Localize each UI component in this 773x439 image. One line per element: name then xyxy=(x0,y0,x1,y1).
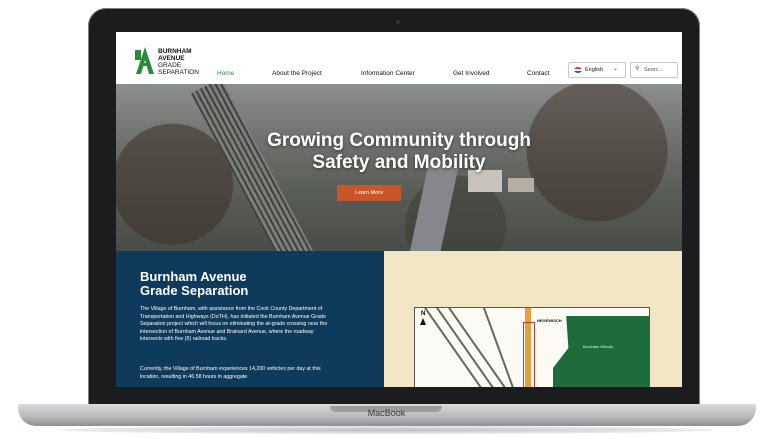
section-title-line-1: Burnham Avenue xyxy=(140,269,247,284)
map-rail-line xyxy=(432,308,504,387)
search-input[interactable]: ⚲ Searc... xyxy=(630,62,678,78)
logo-line-3: GRADE xyxy=(158,62,182,69)
site-header: BURNHAM AVENUE GRADE SEPARATION Home Abo… xyxy=(116,32,682,84)
logo-icon[interactable] xyxy=(134,46,156,74)
learn-more-button[interactable]: Learn More xyxy=(337,185,401,201)
camera xyxy=(396,20,400,24)
nav-home[interactable]: Home xyxy=(217,70,234,77)
hero-title-line-1: Growing Community through xyxy=(267,130,531,151)
device-brand-label: MacBook xyxy=(367,408,406,418)
laptop-shadow xyxy=(60,426,713,434)
intro-paragraph-1: The Village of Burnham, with assistance … xyxy=(140,306,328,343)
hero-title-line-2: Safety and Mobility xyxy=(312,152,486,173)
search-icon: ⚲ xyxy=(635,66,640,72)
map-rail-line xyxy=(444,308,516,387)
screen: BURNHAM AVENUE GRADE SEPARATION Home Abo… xyxy=(116,32,682,387)
logo-wordmark[interactable]: BURNHAM AVENUE GRADE SEPARATION xyxy=(158,48,199,76)
nav-get-involved[interactable]: Get Involved xyxy=(453,70,490,77)
nav-information-center[interactable]: Information Center xyxy=(361,70,415,77)
logo-line-4: SEPARATION xyxy=(158,69,199,76)
map-place-label: HEGEWISCH xyxy=(537,318,562,323)
map-park-area xyxy=(553,316,649,387)
us-flag-icon xyxy=(574,67,582,73)
search-placeholder: Searc... xyxy=(644,66,663,73)
hero-banner: Growing Community through Safety and Mob… xyxy=(116,84,682,251)
section-title: Burnham Avenue Grade Separation xyxy=(140,270,340,298)
logo-line-1: BURNHAM xyxy=(158,48,192,55)
chevron-down-icon: ⌄ xyxy=(613,66,619,72)
map-park-label: Burnham Woods xyxy=(583,344,613,349)
section-title-line-2: Grade Separation xyxy=(140,283,249,298)
north-label: N xyxy=(421,311,426,317)
hero-building-2 xyxy=(508,178,534,192)
map-project-area-outline xyxy=(523,322,535,387)
north-arrow-icon xyxy=(420,318,426,325)
nav-about-the-project[interactable]: About the Project xyxy=(272,70,322,77)
project-intro-panel: Burnham Avenue Grade Separation The Vill… xyxy=(116,251,384,387)
language-selected: English xyxy=(585,66,604,73)
project-map-panel: N HEGEWISCH Burnham Woods xyxy=(384,251,682,387)
logo-line-2: AVENUE xyxy=(158,55,185,62)
intro-paragraph-2: Currently, the Village of Burnham experi… xyxy=(140,366,321,380)
hero-title: Growing Community through Safety and Mob… xyxy=(116,130,682,174)
language-selector[interactable]: English ⌄ xyxy=(568,62,626,78)
project-map[interactable]: N HEGEWISCH Burnham Woods xyxy=(414,307,650,387)
nav-contact[interactable]: Contact xyxy=(527,70,549,77)
